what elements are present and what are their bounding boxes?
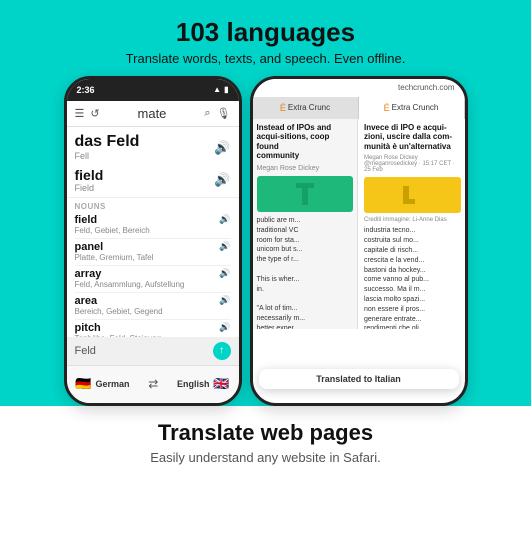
browser-tabs: É Extra Crunc É Extra Crunch <box>253 97 465 119</box>
speaker-icon-2[interactable]: 🔊 <box>214 172 230 188</box>
send-button[interactable]: ↑ <box>213 342 231 360</box>
mic-icon[interactable]: 🎙 <box>217 107 231 120</box>
article-heading-2: Invece di IPO e acqui-zioni, uscire dall… <box>364 123 461 152</box>
noun-word: field <box>75 214 150 226</box>
tab-favicon-1: É <box>280 103 286 113</box>
translated-word: field <box>75 167 104 183</box>
article-body-2: industria tecno...costruita sul mo...cap… <box>364 226 461 328</box>
translation-toast: Translated to Italian <box>259 369 459 389</box>
speaker-noun-1[interactable]: 🔊 <box>219 214 230 225</box>
article-image-2 <box>364 177 461 213</box>
battery-icon: ▮ <box>224 85 228 94</box>
tab-label-2: Extra Crunch <box>392 103 439 112</box>
lang-to: English 🇬🇧 <box>177 375 231 393</box>
original-word: das Feld <box>75 133 140 151</box>
phone-left: 2:36 ▲ ▮ ☰ ↺ mate ⌕ 🎙 das Feld Fe <box>64 76 242 406</box>
phone-right: techcrunch.com É Extra Crunc É Extra Cru… <box>250 76 468 406</box>
bottom-title: Translate web pages <box>158 420 373 446</box>
status-bar-left: 2:36 ▲ ▮ <box>67 79 239 101</box>
status-bar-right: techcrunch.com <box>253 79 465 97</box>
tab-label-1: Extra Crunc <box>288 103 330 112</box>
article-col-italian: Invece di IPO e acqui-zioni, uscire dall… <box>360 119 465 329</box>
noun-word: area <box>75 295 163 307</box>
browser-tab-2[interactable]: É Extra Crunch <box>359 97 465 119</box>
app-name: mate <box>106 106 199 121</box>
bottom-section: Translate web pages Easily understand an… <box>0 406 531 560</box>
original-phonetic: Fell <box>75 151 140 161</box>
noun-item: areaBereich, Gebiet, Gegend 🔊 <box>75 293 231 320</box>
article-heading-1: Instead of IPOs and acqui-sitions, coop … <box>257 123 354 161</box>
article-author-2: Megan Rose Dickey@meganrosedickey · 15:1… <box>364 155 461 173</box>
l-logo <box>403 186 421 204</box>
tab-favicon-2: É <box>384 103 390 113</box>
section-noun-label: NOUNS <box>67 198 239 212</box>
noun-synonyms: Feld, Ansammlung, Aufstellung <box>75 280 185 289</box>
article-area: Instead of IPOs and acqui-sitions, coop … <box>253 119 465 329</box>
flag-english: 🇬🇧 <box>213 375 231 393</box>
noun-item: arrayFeld, Ansammlung, Aufstellung 🔊 <box>75 266 231 293</box>
speaker-noun-4[interactable]: 🔊 <box>219 295 230 306</box>
t-logo <box>296 183 314 205</box>
phones-row: 2:36 ▲ ▮ ☰ ↺ mate ⌕ 🎙 das Feld Fe <box>10 76 521 406</box>
speaker-noun-5[interactable]: 🔊 <box>219 322 230 333</box>
noun-item: panelPlatte, Gremium, Tafel 🔊 <box>75 239 231 266</box>
menu-icon: ☰ <box>75 107 85 120</box>
noun-word: open country <box>75 403 145 406</box>
status-icons: ▲ ▮ <box>213 85 228 94</box>
input-field[interactable]: Feld <box>75 345 213 357</box>
lang-from-label: German <box>96 379 130 389</box>
browser-tab-1[interactable]: É Extra Crunc <box>253 97 359 119</box>
speaker-noun-2[interactable]: 🔊 <box>219 241 230 252</box>
speaker-noun-3[interactable]: 🔊 <box>219 268 230 279</box>
search-icon[interactable]: ⌕ <box>204 107 210 120</box>
search-bar[interactable]: ☰ ↺ mate ⌕ 🎙 <box>67 101 239 127</box>
article-col-english: Instead of IPOs and acqui-sitions, coop … <box>253 119 359 329</box>
noun-word: array <box>75 268 185 280</box>
translated-phonetic: Field <box>75 183 104 193</box>
flag-german: 🇩🇪 <box>75 375 93 393</box>
noun-synonyms: Bereich, Gebiet, Gegend <box>75 307 163 316</box>
refresh-icon: ↺ <box>90 107 99 120</box>
article-body-1: public are m...traditional VCroom for st… <box>257 216 354 329</box>
noun-item: fieldFeld, Gebiet, Bereich 🔊 <box>75 212 231 239</box>
website-label: techcrunch.com <box>398 83 454 92</box>
top-section: 103 languages Translate words, texts, an… <box>0 0 531 406</box>
article-author-1: Megan Rose Dickey <box>257 165 354 172</box>
swap-icon[interactable]: ⇄ <box>148 377 158 391</box>
top-subtitle: Translate words, texts, and speech. Even… <box>126 51 406 66</box>
bottom-subtitle: Easily understand any website in Safari. <box>150 450 381 465</box>
speaker-icon[interactable]: 🔊 <box>214 140 230 156</box>
language-bar: 🇩🇪 German ⇄ English 🇬🇧 <box>67 365 239 403</box>
article-image-1 <box>257 176 354 212</box>
input-area[interactable]: Feld ↑ <box>67 337 239 365</box>
noun-synonyms: Platte, Gremium, Tafel <box>75 253 154 262</box>
wifi-icon: ▲ <box>213 85 221 94</box>
noun-synonyms: Feld, Gebiet, Bereich <box>75 226 150 235</box>
time: 2:36 <box>77 85 95 95</box>
image-credit: Crediti immagine: Li-Anne Dias <box>364 217 461 223</box>
lang-from: 🇩🇪 German <box>75 375 130 393</box>
noun-word: panel <box>75 241 154 253</box>
top-title: 103 languages <box>176 18 355 47</box>
lang-to-label: English <box>177 379 210 389</box>
main-translation: das Feld Fell 🔊 field Field 🔊 <box>67 127 239 198</box>
noun-word: pitch <box>75 322 162 334</box>
